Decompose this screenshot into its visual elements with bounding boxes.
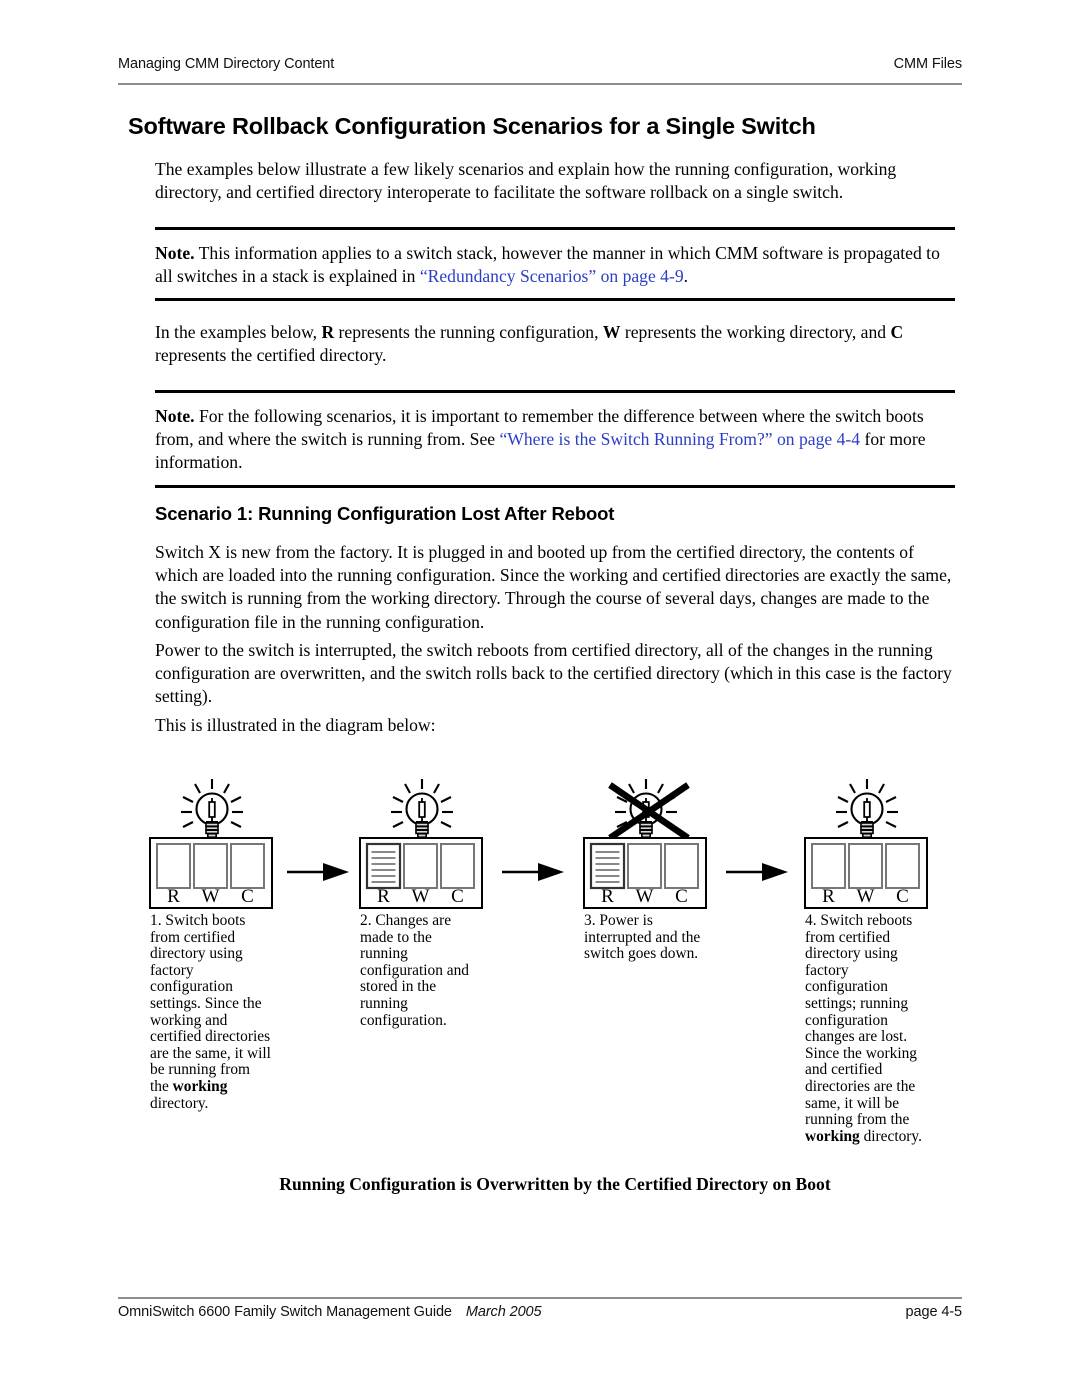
panel1-label-w: W — [202, 886, 220, 907]
diagram-arrow-2 — [500, 861, 566, 883]
panel3-label-r: R — [601, 886, 614, 907]
panel-caption-3: 3. Power is interrupted and the switch g… — [584, 912, 719, 963]
page-running-header: Managing CMM Directory Content CMM Files — [118, 56, 962, 72]
panel-caption-2: 2. Changes are made to the running confi… — [360, 912, 482, 1029]
panel4-label-r: R — [822, 886, 835, 907]
note-text-after: . — [683, 266, 689, 287]
panel-caption-4: 4. Switch reboots from certified directo… — [805, 912, 933, 1145]
scenario-heading: Scenario 1: Running Configuration Lost A… — [155, 503, 615, 524]
scenario-paragraph-3: This is illustrated in the diagram below… — [155, 715, 436, 735]
footer-divider — [118, 1297, 962, 1299]
cross-reference-link[interactable]: “Redundancy Scenarios” on page 4-9 — [420, 266, 684, 286]
legend-text-4: represents the certified directory. — [155, 345, 387, 366]
legend-symbol-w: W — [602, 322, 621, 342]
panel-caption-1-suffix: directory. — [150, 1094, 209, 1112]
panel4-label-w: W — [857, 886, 875, 907]
scenario-paragraph-1: Switch X is new from the factory. It is … — [155, 542, 952, 632]
panel1-label-c: C — [241, 886, 254, 907]
note-label: Note. — [155, 243, 195, 263]
diagram-arrow-3 — [724, 861, 790, 883]
header-right-text: CMM Files — [893, 56, 962, 72]
note2-bottom-rule — [155, 484, 955, 488]
note-block-boot-vs-run: Note. For the following scenarios, it is… — [155, 390, 955, 488]
note2-label: Note. — [155, 406, 195, 426]
panel3-label-c: C — [675, 886, 688, 907]
note-bottom-rule — [155, 298, 955, 302]
note-block-stack: Note. This information applies to a swit… — [155, 227, 955, 302]
diagram-panel-2: R W C — [359, 777, 483, 909]
panel-caption-1: 1. Switch boots from certified directory… — [150, 912, 272, 1112]
panel-caption-3-text: 3. Power is interrupted and the switch g… — [584, 912, 701, 963]
diagram-panel-3: R W C — [583, 777, 707, 909]
cross-reference-link-2[interactable]: “Where is the Switch Running From?” on p… — [499, 429, 860, 449]
page-title: Software Rollback Configuration Scenario… — [128, 113, 816, 139]
footer-page-number: page 4-5 — [905, 1304, 963, 1320]
note-text: Note. This information applies to a swit… — [155, 230, 955, 298]
legend-paragraph: In the examples below, R represents the … — [155, 321, 955, 367]
panel2-label-w: W — [412, 886, 430, 907]
legend-text-1: In the examples below, — [155, 322, 322, 342]
panel2-label-c: C — [451, 886, 464, 907]
panel-caption-4-text: 4. Switch reboots from certified directo… — [805, 912, 917, 1129]
diagram-arrow-1 — [285, 861, 351, 883]
note2-text: Note. For the following scenarios, it is… — [155, 393, 955, 485]
page-running-footer: OmniSwitch 6600 Family Switch Management… — [118, 1304, 962, 1320]
intro-paragraph: The examples below illustrate a few like… — [155, 159, 897, 203]
panel-caption-4-bold: working — [805, 1127, 860, 1145]
panel4-label-c: C — [896, 886, 909, 907]
figure-caption: Running Configuration is Overwritten by … — [279, 1174, 831, 1194]
diagram-panel-1: R W C — [149, 777, 273, 909]
diagram-panel-4: R W C — [804, 777, 928, 909]
panel1-label-r: R — [167, 886, 180, 907]
header-divider — [118, 83, 962, 85]
scenario-paragraph-2: Power to the switch is interrupted, the … — [155, 640, 952, 707]
power-off-x-icon — [608, 782, 690, 841]
panel3-label-w: W — [636, 886, 654, 907]
legend-symbol-r: R — [321, 322, 335, 342]
panel2-label-r: R — [377, 886, 390, 907]
legend-text-3: represents the working directory, and — [620, 322, 891, 342]
panel-caption-2-text: 2. Changes are made to the running confi… — [360, 912, 469, 1029]
panel-caption-1-text: 1. Switch boots from certified directory… — [150, 912, 271, 1095]
legend-symbol-c: C — [890, 322, 904, 342]
panel-caption-4-suffix: directory. — [859, 1127, 922, 1145]
footer-guide-title: OmniSwitch 6600 Family Switch Management… — [118, 1304, 452, 1320]
legend-text-2: represents the running configuration, — [334, 322, 603, 342]
header-left-text: Managing CMM Directory Content — [118, 56, 335, 72]
panel-caption-1-bold: working — [172, 1077, 228, 1095]
footer-date: March 2005 — [465, 1304, 542, 1320]
